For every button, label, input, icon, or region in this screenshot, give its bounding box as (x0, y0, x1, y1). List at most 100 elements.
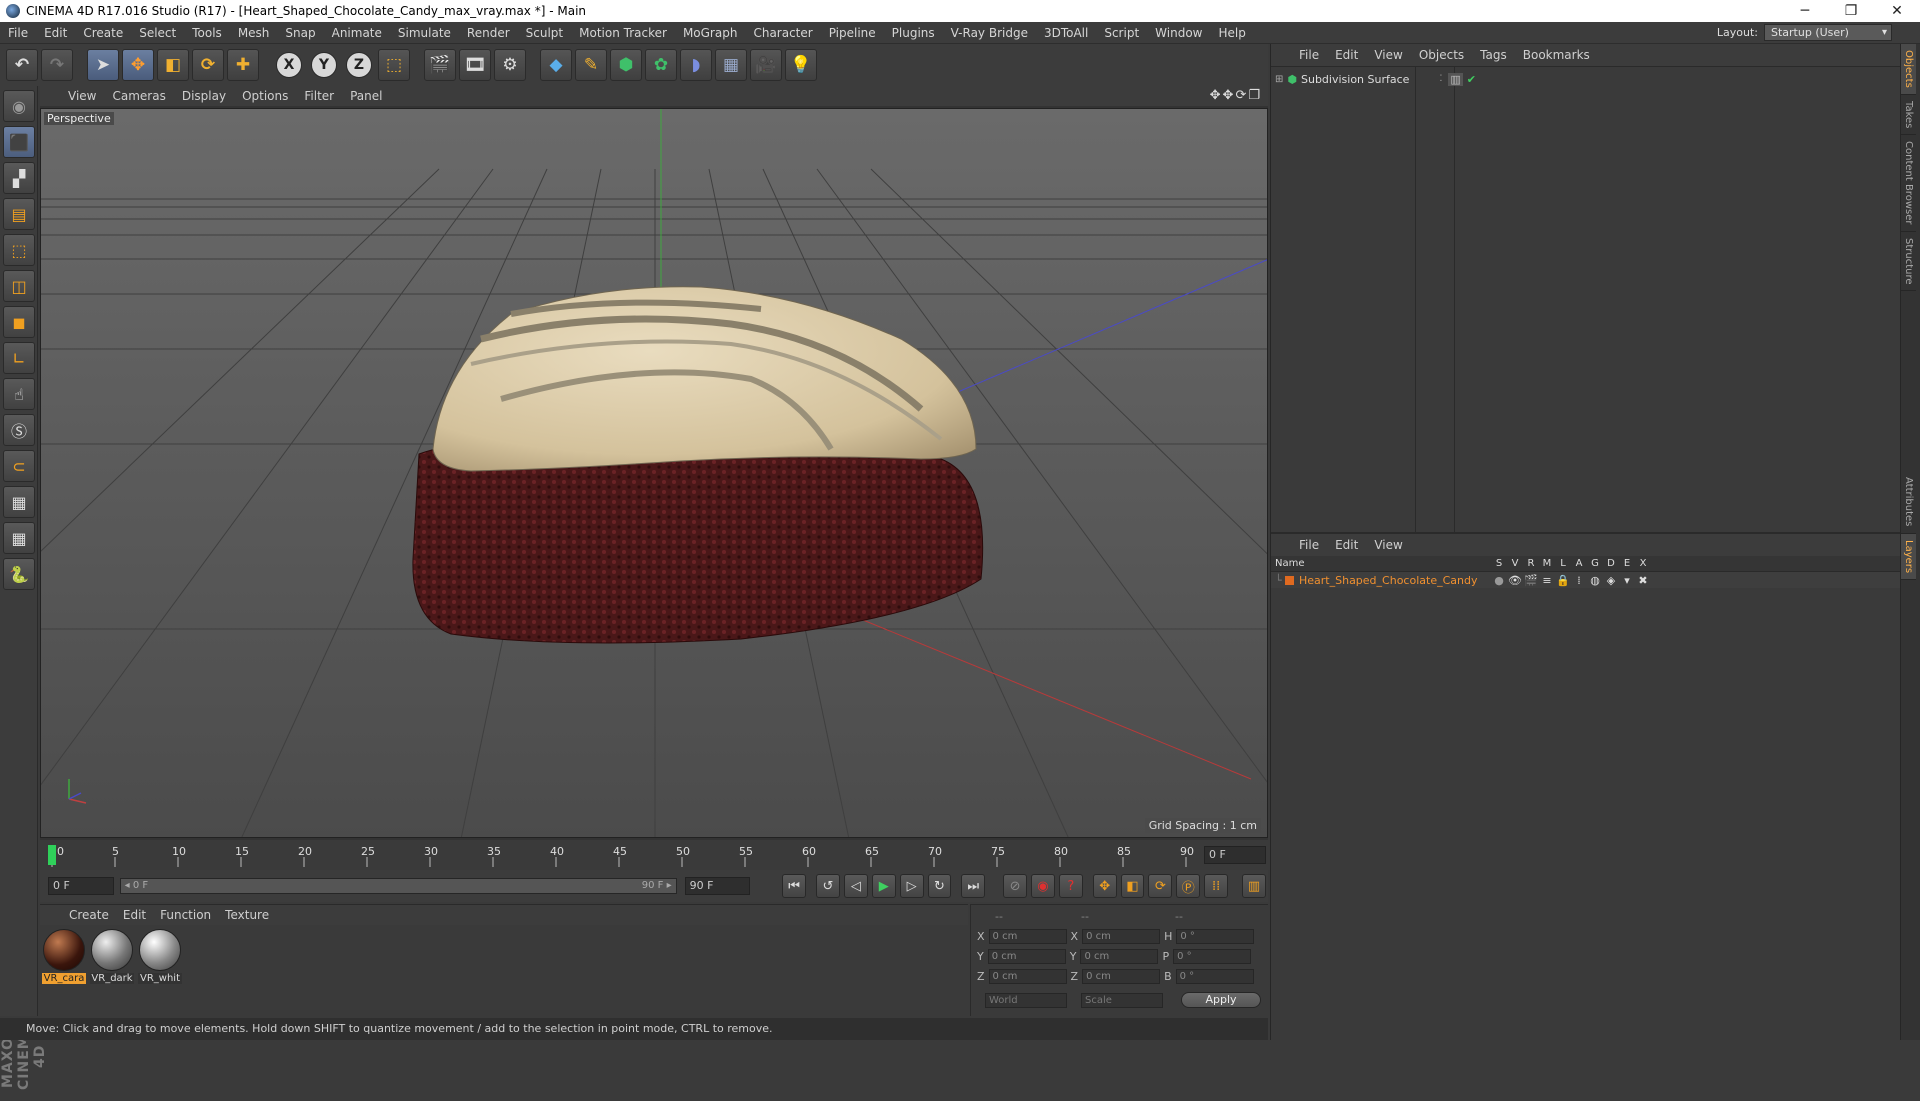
z-axis-lock-icon[interactable]: Z (346, 52, 372, 78)
layers-menu-view[interactable]: View (1366, 538, 1410, 552)
material-vr-dark[interactable]: VR_dark (90, 929, 134, 987)
tab-takes[interactable]: Takes (1901, 95, 1916, 136)
redo-icon[interactable]: ↷ (41, 49, 73, 81)
make-editable-icon[interactable]: ◉ (3, 90, 35, 122)
layers-menu-file[interactable]: File (1291, 538, 1327, 552)
layer-color-swatch[interactable] (1285, 575, 1294, 585)
tag-icon[interactable]: ▥ (1448, 72, 1463, 86)
keyframe-selection-icon[interactable]: ⊘ (1003, 874, 1028, 898)
render-icon[interactable]: 🎬 (1523, 574, 1539, 587)
model-mode-icon[interactable]: ⬛ (3, 126, 35, 158)
menu-plugins[interactable]: Plugins (884, 26, 943, 40)
animation-icon[interactable]: ⁞ (1571, 574, 1587, 587)
polygons-mode-icon[interactable]: ◼ (3, 306, 35, 338)
menu-window[interactable]: Window (1147, 26, 1210, 40)
lock-icon[interactable]: 🔒 (1555, 574, 1571, 587)
record-active-icon[interactable]: ◉ (1031, 874, 1055, 898)
tab-attributes[interactable]: Attributes (1901, 471, 1916, 534)
key-pla-icon[interactable]: ⁞⁞ (1204, 874, 1229, 898)
start-frame-field[interactable]: 0 F (48, 877, 114, 895)
goto-end-icon[interactable]: ⏭ (961, 874, 986, 898)
layer-col-a[interactable]: A (1571, 558, 1587, 569)
floor-grid-icon[interactable]: ▦ (715, 49, 747, 81)
tweak-mode-icon[interactable]: ☝ (3, 378, 35, 410)
menu-animate[interactable]: Animate (324, 26, 390, 40)
layer-col-d[interactable]: D (1603, 558, 1619, 569)
spline-pen-icon[interactable]: ✎ (575, 49, 607, 81)
rotate-tool-icon[interactable]: ⟳ (192, 49, 224, 81)
apply-button[interactable]: Apply (1181, 992, 1261, 1008)
workplane-mode-icon[interactable]: ▤ (3, 198, 35, 230)
tab-content-browser[interactable]: Content Browser (1901, 135, 1916, 232)
texture-mode-icon[interactable]: ▞ (3, 162, 35, 194)
menu-render[interactable]: Render (459, 26, 518, 40)
points-mode-icon[interactable]: ⬚ (3, 234, 35, 266)
objects-menu-edit[interactable]: Edit (1327, 48, 1366, 62)
material-menu-edit[interactable]: Edit (116, 908, 153, 922)
menu-vray-bridge[interactable]: V-Ray Bridge (943, 26, 1036, 40)
tab-structure[interactable]: Structure (1901, 232, 1916, 292)
layer-col-g[interactable]: G (1587, 558, 1603, 569)
workplane-lock-icon[interactable]: ▦ (3, 486, 35, 518)
move-tool-icon[interactable]: ✥ (122, 49, 154, 81)
solo-dot-icon[interactable]: ● (1491, 574, 1507, 587)
layer-col-r[interactable]: R (1523, 558, 1539, 569)
restore-button[interactable]: ❐ (1828, 3, 1874, 19)
visible-eye-icon[interactable]: 👁 (1507, 574, 1523, 587)
y-axis-lock-icon[interactable]: Y (311, 52, 337, 78)
render-view-icon[interactable]: 🎬 (424, 49, 456, 81)
tab-layers[interactable]: Layers (1901, 533, 1916, 580)
position-x-field[interactable]: 0 cm (988, 928, 1067, 944)
menu-help[interactable]: Help (1210, 26, 1253, 40)
timeline-ruler[interactable]: 0 5 10 15 20 25 30 35 40 45 50 55 60 65 … (40, 843, 1268, 867)
size-y-field[interactable]: 0 cm (1080, 948, 1159, 964)
rotation-b-field[interactable]: 0 ° (1175, 968, 1254, 984)
objects-menu-bookmarks[interactable]: Bookmarks (1515, 48, 1598, 62)
material-menu-function[interactable]: Function (153, 908, 218, 922)
position-z-field[interactable]: 0 cm (988, 968, 1067, 984)
objects-menu-objects[interactable]: Objects (1411, 48, 1472, 62)
menu-motion-tracker[interactable]: Motion Tracker (571, 26, 675, 40)
menu-tools[interactable]: Tools (184, 26, 230, 40)
end-frame-field[interactable]: 90 F (684, 877, 751, 895)
menu-mesh[interactable]: Mesh (230, 26, 278, 40)
objects-menu-file[interactable]: File (1291, 48, 1327, 62)
layer-col-l[interactable]: L (1555, 558, 1571, 569)
key-rotation-icon[interactable]: ⟳ (1148, 874, 1173, 898)
material-vr-cara[interactable]: VR_cara (42, 929, 86, 987)
edges-mode-icon[interactable]: ◫ (3, 270, 35, 302)
menu-create[interactable]: Create (75, 26, 131, 40)
layer-row-heart-candy[interactable]: └ Heart_Shaped_Chocolate_Candy ● 👁 🎬 ≡ 🔒… (1271, 572, 1901, 588)
rotation-p-field[interactable]: 0 ° (1173, 948, 1252, 964)
size-x-field[interactable]: 0 cm (1082, 928, 1161, 944)
transform-tool-icon[interactable]: ✚ (227, 49, 259, 81)
perspective-viewport[interactable]: Perspective Grid Spacing : 1 cm (40, 108, 1268, 838)
goto-start-icon[interactable]: ⏮ (782, 874, 807, 898)
next-frame-icon[interactable]: ▷ (899, 874, 924, 898)
menu-file[interactable]: File (0, 26, 36, 40)
select-arrow-icon[interactable]: ➤ (87, 49, 119, 81)
viewport-menu-panel[interactable]: Panel (342, 89, 390, 103)
deformer-icon[interactable]: ◈ (1603, 574, 1619, 587)
cube-object-icon[interactable]: ◆ (540, 49, 572, 81)
menu-mograph[interactable]: MoGraph (675, 26, 746, 40)
rotation-h-field[interactable]: 0 ° (1176, 928, 1255, 944)
menu-edit[interactable]: Edit (36, 26, 75, 40)
menu-simulate[interactable]: Simulate (390, 26, 459, 40)
axis-mode-icon[interactable]: ∟ (3, 342, 35, 374)
menu-3dtoall[interactable]: 3DToAll (1036, 26, 1096, 40)
material-vr-whit[interactable]: VR_whit (138, 929, 182, 987)
coordinate-system-icon[interactable]: ⬚ (378, 49, 410, 81)
timeline-window-icon[interactable]: ▥ (1242, 874, 1266, 898)
position-y-field[interactable]: 0 cm (987, 948, 1066, 964)
menu-character[interactable]: Character (745, 26, 820, 40)
camera-icon[interactable]: 🎥 (750, 49, 782, 81)
layout-dropdown[interactable]: Startup (User) (1764, 24, 1892, 41)
xref-icon[interactable]: ✖ (1635, 574, 1651, 587)
objects-menu-tags[interactable]: Tags (1472, 48, 1515, 62)
enabled-check-icon[interactable]: ✔ (1467, 73, 1476, 86)
snapping-icon[interactable]: Ⓢ (3, 414, 35, 446)
deformer-icon[interactable]: ◗ (680, 49, 712, 81)
autokey-icon[interactable]: ? (1058, 874, 1083, 898)
expression-icon[interactable]: ▾ (1619, 574, 1635, 587)
